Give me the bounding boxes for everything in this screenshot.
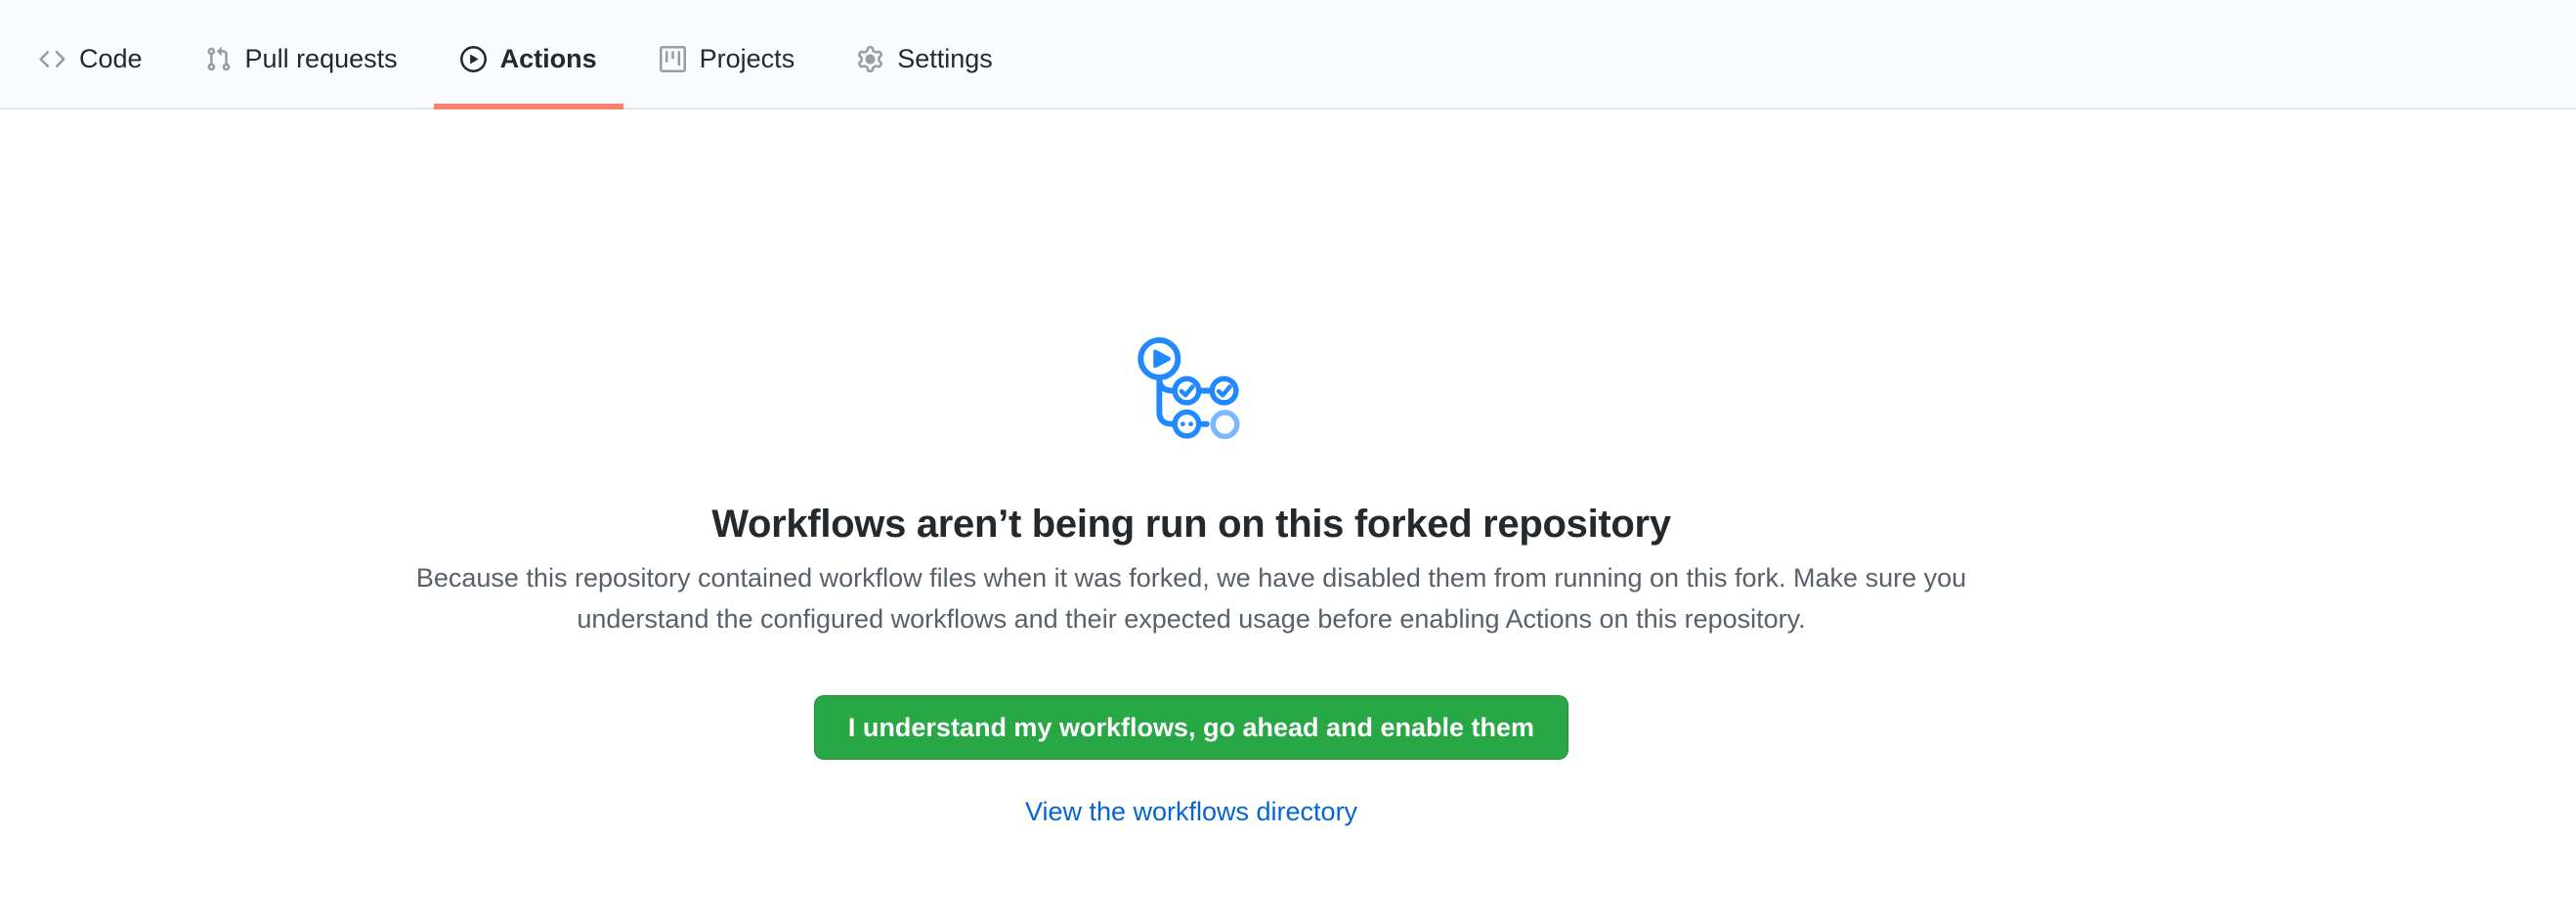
workflows-directory-link-row: View the workflows directory: [361, 797, 2022, 827]
code-icon: [39, 46, 65, 72]
tab-pull-requests[interactable]: Pull requests: [179, 0, 424, 108]
repo-nav: Code Pull requests Actions Projects Sett…: [0, 0, 2576, 110]
tab-settings[interactable]: Settings: [831, 0, 1019, 108]
blankslate-description: Because this repository contained workfl…: [405, 557, 1978, 639]
project-icon: [660, 46, 686, 72]
tab-label: Settings: [897, 46, 993, 72]
tab-label: Projects: [700, 46, 795, 72]
tab-projects[interactable]: Projects: [633, 0, 822, 108]
enable-workflows-button[interactable]: I understand my workflows, go ahead and …: [814, 695, 1568, 760]
play-circle-icon: [460, 46, 487, 72]
tab-code[interactable]: Code: [13, 0, 169, 108]
tab-label: Pull requests: [245, 46, 398, 72]
tab-label: Actions: [500, 46, 597, 72]
blankslate: Workflows aren’t being run on this forke…: [361, 110, 2022, 827]
tab-actions[interactable]: Actions: [434, 0, 623, 108]
gear-icon: [857, 46, 883, 72]
actions-blankslate-page: Workflows aren’t being run on this forke…: [0, 110, 2576, 827]
workflow-graph-icon: [1134, 326, 1249, 454]
tab-label: Code: [79, 46, 143, 72]
view-workflows-directory-link[interactable]: View the workflows directory: [1025, 797, 1357, 826]
blankslate-title: Workflows aren’t being run on this forke…: [361, 497, 2022, 551]
pull-request-icon: [205, 46, 232, 72]
